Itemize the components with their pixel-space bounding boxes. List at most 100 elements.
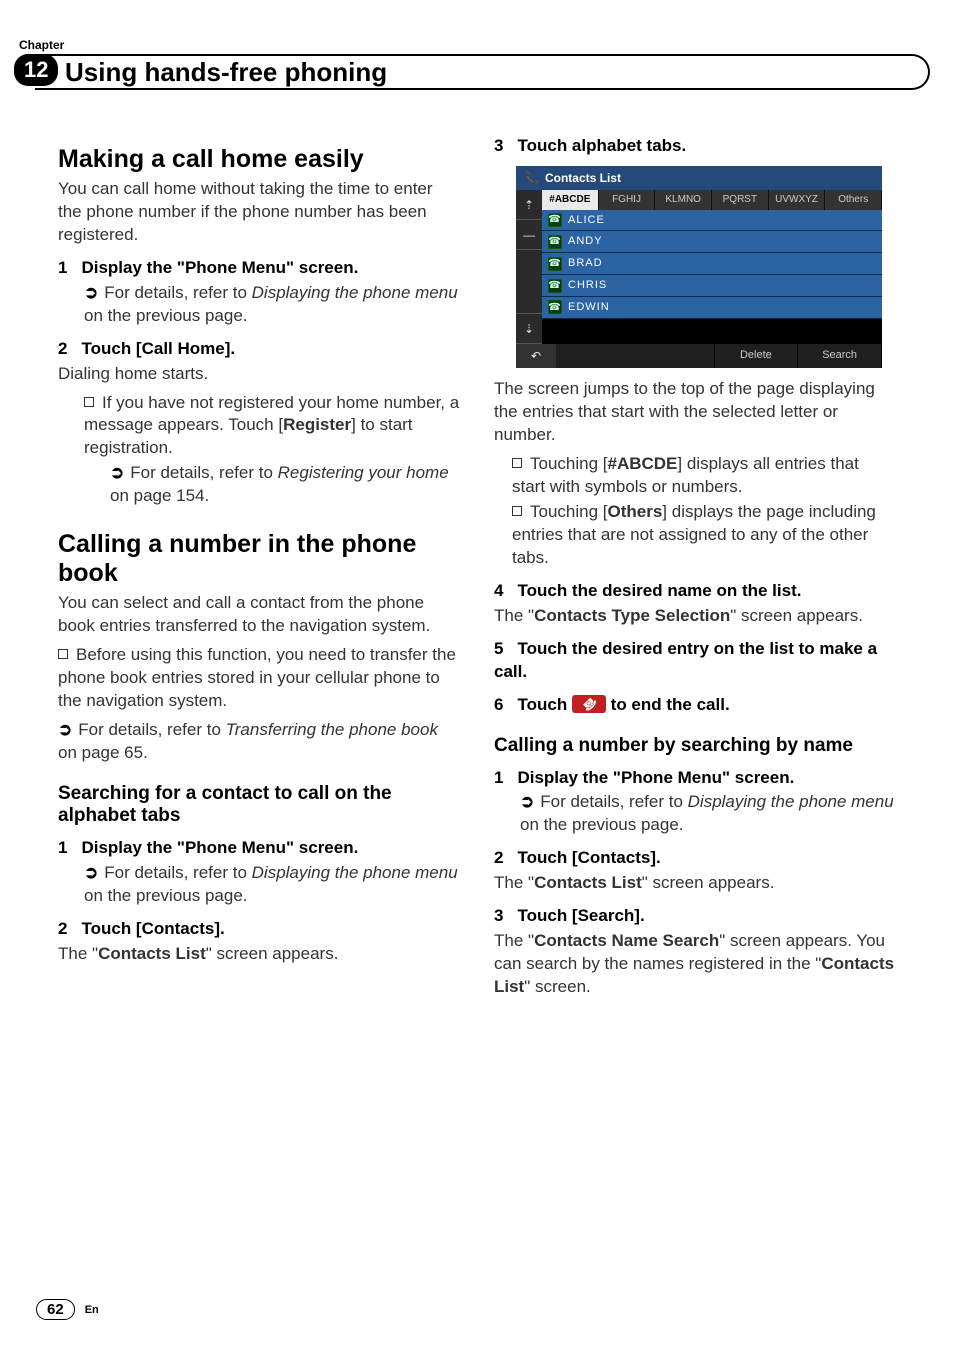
step-2: 2 Touch [Contacts]. <box>494 847 896 870</box>
bullet-bold: #ABCDE <box>608 454 678 473</box>
body-text: The " <box>494 873 534 892</box>
step-4: 4Touch the desired name on the list. <box>494 580 896 603</box>
step-text: Touch [Call Home]. <box>81 339 235 358</box>
step-3: 3Touch alphabet tabs. <box>494 135 896 158</box>
scroll-down-button[interactable]: ⇣ <box>516 314 542 344</box>
page-title-bar: Using hands-free phoning <box>35 54 930 90</box>
step-text: Touch alphabet tabs. <box>517 136 686 155</box>
body-text: The "Contacts Name Search" screen appear… <box>494 930 896 999</box>
ref-text: For details, refer to <box>540 792 687 811</box>
tab-others[interactable]: Others <box>825 190 882 210</box>
body-text: You can select and call a contact from t… <box>58 592 460 638</box>
contact-row[interactable]: ☎ BRAD <box>542 253 882 275</box>
step-number: 6 <box>494 695 503 714</box>
note-bold: Register <box>283 415 351 434</box>
step-3: 3Touch [Search]. <box>494 905 896 928</box>
contact-name: CHRIS <box>568 278 607 293</box>
ref-arrow-icon: ➲ <box>520 792 534 811</box>
body-bold: Contacts Name Search <box>534 931 719 950</box>
right-column: 3Touch alphabet tabs. 📞 Contacts List ⇡ … <box>494 135 896 1005</box>
reference-line: ➲For details, refer to Displaying the ph… <box>84 862 460 908</box>
step-2: 2Touch [Call Home]. <box>58 338 460 361</box>
body-text: " screen. <box>524 977 591 996</box>
step-2: 2Touch [Contacts]. <box>58 918 460 941</box>
contact-row[interactable]: ☎ALICE <box>542 210 882 232</box>
step-text: Touch [Contacts]. <box>517 848 660 867</box>
body-bold: Contacts List <box>98 944 206 963</box>
screenshot-main: #ABCDE FGHIJ KLMNO PQRST UVWXYZ Others ☎… <box>542 190 882 319</box>
screenshot-title-bar: 📞 Contacts List <box>516 166 882 190</box>
reference-line: ➲ For details, refer to Displaying the ph… <box>84 282 460 328</box>
step-text: Display the "Phone Menu" screen. <box>81 258 358 277</box>
step-number: 1 <box>58 258 67 277</box>
ref-italic: Transferring the phone book <box>226 720 438 739</box>
alphabet-tabs: #ABCDE FGHIJ KLMNO PQRST UVWXYZ Others <box>542 190 882 210</box>
reference-line: ➲For details, refer to Displaying the ph… <box>520 791 896 837</box>
scroll-up-button[interactable]: ⇡ <box>516 190 542 220</box>
tab-uvwxyz[interactable]: UVWXYZ <box>769 190 826 210</box>
bullet-square-icon <box>512 506 522 516</box>
contact-icon: ☎ <box>548 279 562 293</box>
ref-text: on the previous page. <box>84 886 248 905</box>
step-text: Touch the desired entry on the list to m… <box>494 639 877 681</box>
ref-italic: Displaying the phone menu <box>252 283 458 302</box>
footer-spacer <box>556 344 715 368</box>
bullet-square-icon <box>84 397 94 407</box>
chapter-number-badge: 12 <box>14 54 58 86</box>
bullet-item: Touching [Others] displays the page incl… <box>512 501 896 570</box>
contact-row[interactable]: ☎ANDY <box>542 231 882 253</box>
tab-pqrst[interactable]: PQRST <box>712 190 769 210</box>
bullet-item: Touching [#ABCDE] displays all entries t… <box>512 453 896 499</box>
bullet-square-icon <box>512 458 522 468</box>
ref-arrow-icon: ➲ <box>84 283 98 302</box>
sub-reference: ➲For details, refer to Registering your … <box>110 462 460 508</box>
screenshot-title: Contacts List <box>545 170 621 186</box>
ref-italic: Registering your home <box>278 463 449 482</box>
step-text-pre: Touch <box>517 695 571 714</box>
step-text: Touch [Search]. <box>517 906 644 925</box>
ref-arrow-icon: ➲ <box>84 863 98 882</box>
section-calling-phone-book: Calling a number in the phone book <box>58 530 460 588</box>
step-number: 5 <box>494 639 503 658</box>
body-bold: Contacts Type Selection <box>534 606 730 625</box>
contact-row[interactable]: ☎ CHRIS <box>542 275 882 297</box>
page-title: Using hands-free phoning <box>65 57 387 88</box>
end-call-icon <box>572 695 606 713</box>
ref-italic: Displaying the phone menu <box>252 863 458 882</box>
bullet-text: Touching [ <box>530 502 608 521</box>
bullet-item: Before using this function, you need to … <box>58 644 460 713</box>
body-bold: Contacts List <box>534 873 642 892</box>
scroll-indicator: — <box>516 220 542 250</box>
contact-row[interactable]: ☎EDWIN <box>542 297 882 319</box>
body-text: Dialing home starts. <box>58 363 460 386</box>
step-number: 2 <box>58 919 67 938</box>
reference-line: ➲ For details, refer to Transferring the … <box>58 719 460 765</box>
chapter-label: Chapter <box>19 38 64 52</box>
body-text: The " <box>494 606 534 625</box>
back-button[interactable]: ↶ <box>516 344 556 368</box>
ref-text: on page 65. <box>58 743 148 762</box>
left-column: Making a call home easily You can call h… <box>58 135 460 1005</box>
ref-text: For details, refer to <box>104 283 251 302</box>
contact-name: BRAD <box>568 256 603 271</box>
delete-button[interactable]: Delete <box>715 344 799 368</box>
step-5: 5Touch the desired entry on the list to … <box>494 638 896 684</box>
note-item: If you have not registered your home num… <box>84 392 460 461</box>
ref-arrow-icon: ➲ <box>58 720 72 739</box>
search-button[interactable]: Search <box>798 344 882 368</box>
ref-text: For details, refer to <box>78 720 225 739</box>
step-text-post: to end the call. <box>611 695 730 714</box>
contact-icon: ☎ <box>548 257 562 271</box>
bullet-bold: Others <box>608 502 663 521</box>
scroll-spacer <box>516 250 542 314</box>
body-text: The " <box>58 944 98 963</box>
step-6: 6 Touch to end the call. <box>494 694 896 717</box>
ref-text: For details, refer to <box>130 463 277 482</box>
body-text: The "Contacts List" screen appears. <box>494 872 896 895</box>
tab-fghij[interactable]: FGHIJ <box>599 190 656 210</box>
contact-name: ALICE <box>568 213 605 228</box>
tab-abcde[interactable]: #ABCDE <box>542 190 599 210</box>
step-number: 2 <box>494 848 503 867</box>
body-text: " screen appears. <box>206 944 339 963</box>
tab-klmno[interactable]: KLMNO <box>655 190 712 210</box>
